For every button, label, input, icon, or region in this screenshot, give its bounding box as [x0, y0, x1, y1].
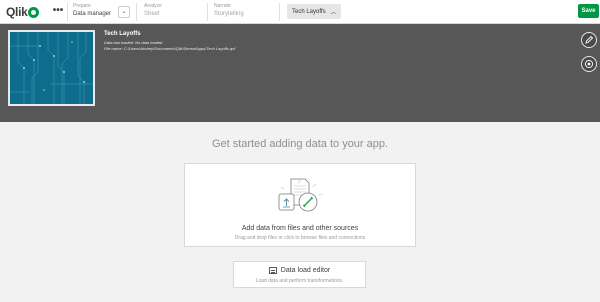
data-load-editor-title: Data load editor [280, 267, 331, 274]
app-thumbnail[interactable] [8, 30, 95, 106]
sheet-selector-label: Tech Layoffs [292, 8, 326, 15]
data-load-editor-subtitle: Load data and perform transformations. [255, 278, 344, 284]
data-load-editor-header: Data load editor [234, 267, 365, 274]
target-icon [584, 59, 594, 69]
toolbar-divider [67, 3, 68, 21]
data-load-editor-button[interactable]: Data load editor Load data and perform t… [233, 261, 366, 288]
nav-prepare-caption: Prepare [73, 3, 91, 9]
app-details-button[interactable] [581, 56, 597, 72]
sheet-selector-button[interactable]: Tech Layoffs ︿ [287, 4, 341, 19]
toolbar-divider [279, 3, 280, 21]
nav-narrate-label: Storytelling [214, 11, 244, 17]
save-button[interactable]: Save [578, 4, 599, 18]
app-file-name: File name: C:\Users\Andrey\Documents\Qli… [104, 46, 236, 51]
get-started-heading: Get started adding data to your app. [211, 138, 389, 150]
nav-narrate[interactable]: Narrate Storytelling [214, 3, 244, 21]
app-title: Tech Layoffs [104, 31, 141, 37]
app-overview-banner: Tech Layoffs Data last loaded: No data l… [0, 24, 600, 122]
nav-analyze-label: Sheet [144, 11, 160, 17]
more-menu-icon[interactable]: ••• [50, 4, 66, 20]
top-toolbar: Qlik ••• Prepare Data manager ⌄ Analyze … [0, 0, 600, 24]
nav-prepare-label: Data manager [73, 11, 112, 17]
nav-analyze-caption: Analyze [144, 3, 162, 9]
edit-app-button[interactable] [581, 32, 597, 48]
app-last-loaded: Data last loaded: No data loaded [104, 40, 163, 45]
qlik-logo[interactable]: Qlik [6, 4, 40, 20]
logo-text: Qlik [6, 5, 28, 19]
pencil-icon [585, 35, 594, 44]
add-data-title: Add data from files and other sources [241, 225, 359, 232]
nav-prepare[interactable]: Prepare Data manager [73, 3, 111, 21]
add-data-card[interactable]: Add data from files and other sources Dr… [184, 163, 416, 247]
add-data-illustration-icon [278, 178, 324, 212]
toolbar-divider [207, 3, 208, 21]
nav-narrate-caption: Narrate [214, 3, 231, 9]
logo-q-icon [28, 6, 40, 18]
thumbnail-circuit-pattern [10, 32, 93, 104]
add-data-subtitle: Drag and drop files or click to browse f… [234, 235, 366, 241]
prepare-dropdown-chevron-icon[interactable]: ⌄ [118, 6, 130, 18]
toolbar-divider [136, 3, 137, 21]
chevron-up-icon: ︿ [330, 10, 337, 16]
nav-analyze[interactable]: Analyze Sheet [144, 3, 162, 21]
script-editor-icon [268, 267, 277, 274]
